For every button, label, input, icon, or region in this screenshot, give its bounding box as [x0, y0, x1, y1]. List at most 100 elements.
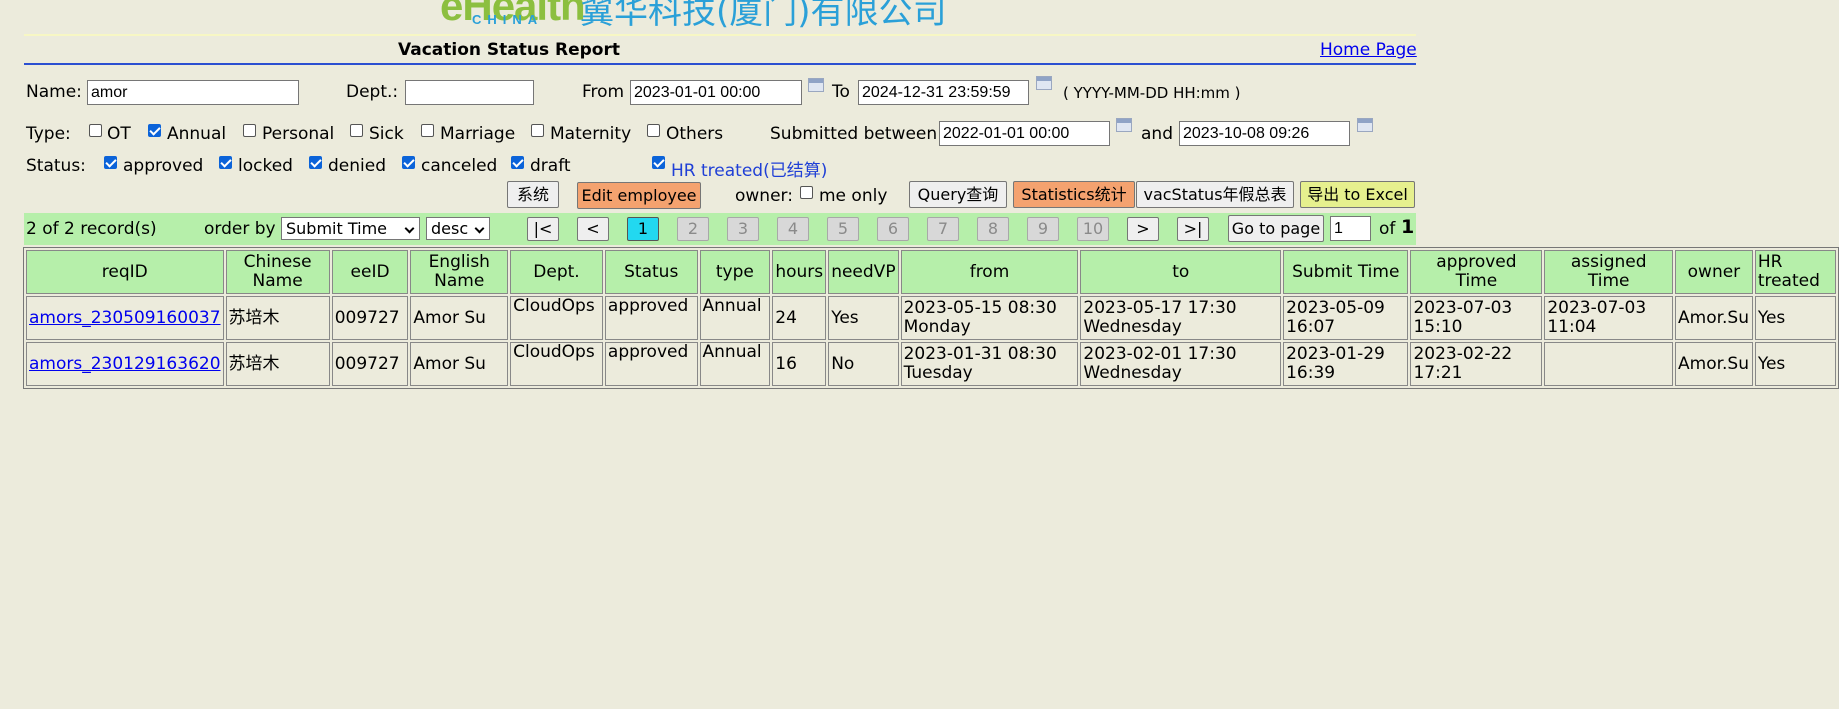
type-sick-checkbox[interactable] [350, 124, 363, 137]
export-excel-button[interactable]: 导出 to Excel [1300, 181, 1415, 208]
from-calendar-icon[interactable] [808, 78, 824, 92]
page-6-button[interactable]: 6 [877, 217, 909, 241]
status-approved-label: approved [123, 156, 204, 176]
type-label: Type: [26, 124, 71, 144]
type-marriage-checkbox[interactable] [421, 124, 434, 137]
col-chinese-name[interactable]: Chinese Name [225, 250, 330, 294]
col-reqid[interactable]: reqID [26, 250, 224, 294]
status-denied-checkbox[interactable] [309, 156, 322, 169]
status-cell: approved [604, 296, 698, 340]
system-button[interactable]: 系统 [507, 181, 559, 208]
page-8-button[interactable]: 8 [977, 217, 1009, 241]
to-day: Wednesday [1083, 317, 1182, 337]
page-9-button[interactable]: 9 [1027, 217, 1059, 241]
page-10-button[interactable]: 10 [1077, 217, 1109, 241]
submit-time-cell: 2023-01-29 16:39 [1283, 342, 1409, 386]
col-needvp[interactable]: needVP [828, 250, 899, 294]
from-cell: 2023-05-15 08:30 Monday [900, 296, 1079, 340]
results-table: reqID Chinese Name eeID English Name Dep… [23, 247, 1839, 389]
dept-label: Dept.: [346, 82, 399, 102]
reqid-link[interactable]: amors_230509160037 [29, 308, 221, 328]
submit-clock: 16:39 [1286, 363, 1336, 383]
approved-time-cell: 2023-02-22 17:21 [1410, 342, 1543, 386]
first-page-button[interactable]: |< [527, 217, 559, 241]
next-page-button[interactable]: > [1127, 217, 1159, 241]
submitted-from-input[interactable]: 2022-01-01 00:00 [939, 121, 1110, 146]
to-date: 2023-05-17 17:30 [1083, 298, 1237, 318]
company-name: 翼华科技(厦门)有限公司 [580, 0, 947, 32]
to-cell: 2023-05-17 17:30 Wednesday [1080, 296, 1282, 340]
page-3-button[interactable]: 3 [727, 217, 759, 241]
eeid-cell: 009727 [331, 296, 409, 340]
col-to[interactable]: to [1080, 250, 1282, 294]
type-sick-label: Sick [369, 124, 404, 144]
col-type[interactable]: type [699, 250, 771, 294]
to-label: To [832, 82, 850, 102]
col-hours[interactable]: hours [772, 250, 827, 294]
status-locked-checkbox[interactable] [219, 156, 232, 169]
from-date: 2023-01-31 08:30 [903, 344, 1057, 364]
dept-input[interactable] [405, 80, 534, 105]
col-approved-time[interactable]: approved Time [1410, 250, 1543, 294]
me-only-checkbox[interactable] [800, 186, 813, 199]
type-ot-checkbox[interactable] [89, 124, 102, 137]
edit-employee-button[interactable]: Edit employee [577, 182, 701, 209]
last-page-button[interactable]: >| [1177, 217, 1209, 241]
page-1-button[interactable]: 1 [627, 217, 659, 241]
assigned-date: 2023-07-03 [1547, 298, 1647, 318]
vac-status-button[interactable]: vacStatus年假总表 [1136, 181, 1294, 208]
page-title: Vacation Status Report [398, 40, 620, 60]
col-dept[interactable]: Dept. [510, 250, 603, 294]
page-5-button[interactable]: 5 [827, 217, 859, 241]
col-eeid[interactable]: eeID [331, 250, 409, 294]
eeid-cell: 009727 [331, 342, 409, 386]
hr-treated-label: HR treated(已结算) [671, 161, 828, 181]
type-maternity-checkbox[interactable] [531, 124, 544, 137]
status-cell: approved [604, 342, 698, 386]
dept-cell: CloudOps [510, 342, 603, 386]
status-draft-checkbox[interactable] [511, 156, 524, 169]
from-day: Monday [903, 317, 971, 337]
go-to-page-button[interactable]: Go to page [1228, 215, 1324, 242]
prev-page-button[interactable]: < [577, 217, 609, 241]
reqid-link[interactable]: amors_230129163620 [29, 354, 221, 374]
page-7-button[interactable]: 7 [927, 217, 959, 241]
order-direction-select[interactable]: desc [426, 217, 490, 240]
page-4-button[interactable]: 4 [777, 217, 809, 241]
to-day: Wednesday [1083, 363, 1182, 383]
hr-treated-checkbox[interactable] [652, 156, 665, 169]
name-input[interactable]: amor [87, 80, 299, 105]
query-button[interactable]: Query查询 [909, 181, 1007, 208]
owner-label: owner: [735, 186, 793, 206]
status-approved-checkbox[interactable] [104, 156, 117, 169]
type-personal-checkbox[interactable] [243, 124, 256, 137]
submitted-to-calendar-icon[interactable] [1357, 118, 1373, 132]
page-2-button[interactable]: 2 [677, 217, 709, 241]
home-page-link[interactable]: Home Page [1320, 40, 1417, 60]
col-submit-time[interactable]: Submit Time [1283, 250, 1409, 294]
type-personal-label: Personal [262, 124, 335, 144]
col-hr-treated[interactable]: HR treated [1754, 250, 1836, 294]
statistics-button[interactable]: Statistics统计 [1013, 181, 1135, 208]
col-status[interactable]: Status [604, 250, 698, 294]
header-divider-top [24, 34, 1416, 36]
status-canceled-checkbox[interactable] [402, 156, 415, 169]
submit-time-cell: 2023-05-09 16:07 [1283, 296, 1409, 340]
submitted-from-calendar-icon[interactable] [1116, 118, 1132, 132]
page-number-input[interactable]: 1 [1330, 216, 1371, 241]
type-others-checkbox[interactable] [647, 124, 660, 137]
to-calendar-icon[interactable] [1036, 76, 1052, 90]
submitted-to-input[interactable]: 2023-10-08 09:26 [1179, 121, 1350, 146]
col-from[interactable]: from [900, 250, 1079, 294]
order-field-select[interactable]: Submit Time [281, 217, 420, 240]
status-draft-label: draft [530, 156, 571, 176]
col-assigned-time[interactable]: assigned Time [1544, 250, 1673, 294]
type-annual-checkbox[interactable] [148, 124, 161, 137]
to-date-input[interactable]: 2024-12-31 23:59:59 [858, 80, 1029, 105]
from-date-input[interactable]: 2023-01-01 00:00 [630, 80, 802, 105]
of-label: of [1379, 219, 1396, 239]
to-cell: 2023-02-01 17:30 Wednesday [1080, 342, 1282, 386]
col-owner[interactable]: owner [1675, 250, 1753, 294]
hours-cell: 24 [772, 296, 827, 340]
col-english-name[interactable]: English Name [410, 250, 509, 294]
